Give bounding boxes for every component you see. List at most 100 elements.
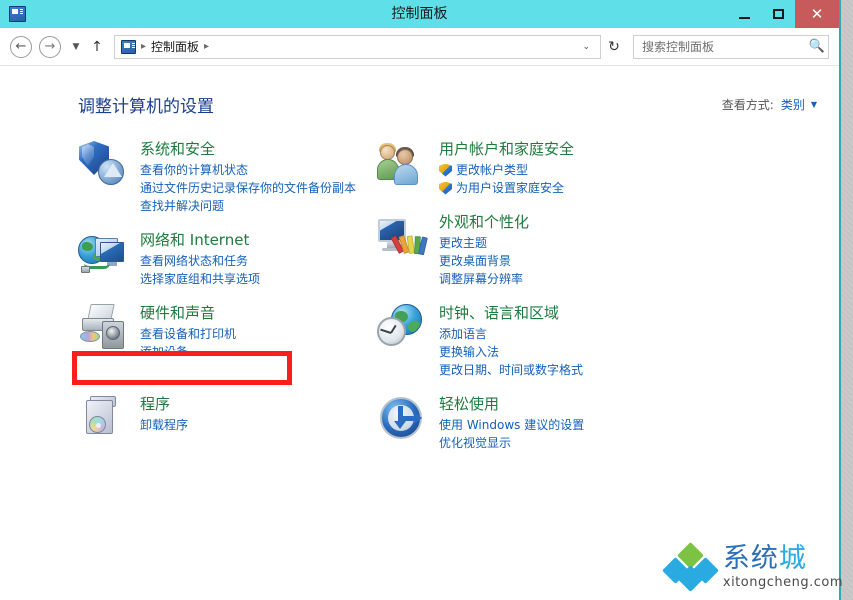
category-title[interactable]: 外观和个性化	[439, 213, 529, 232]
category-appearance-personalization[interactable]: 外观和个性化 更改主题 更改桌面背景 调整屏幕分辨率	[377, 212, 730, 288]
link-label: 更改主题	[439, 236, 488, 250]
minimize-icon	[738, 16, 750, 19]
close-icon: ✕	[810, 4, 824, 23]
category-title[interactable]: 系统和安全	[140, 140, 356, 159]
link-label: 添加语言	[439, 327, 488, 341]
ease-of-access-icon	[377, 394, 425, 442]
view-by-label: 查看方式:	[721, 98, 774, 112]
link-change-account-type[interactable]: 更改帐户类型	[439, 161, 574, 179]
content-header: 调整计算机的设置 查看方式: 类别 ▼	[0, 66, 839, 117]
link-label: 为用户设置家庭安全	[456, 181, 565, 195]
category-user-accounts-family-safety[interactable]: 用户帐户和家庭安全 更改帐户类型 为用户设置家庭安全	[377, 139, 730, 197]
search-input[interactable]: 搜索控制面板	[634, 38, 806, 55]
window-title: 控制面板	[391, 6, 448, 22]
category-title[interactable]: 硬件和声音	[140, 304, 236, 323]
breadcrumb-control-panel-icon	[121, 39, 136, 54]
link-label: 查找并解决问题	[140, 199, 225, 213]
search-box[interactable]: 搜索控制面板 🔍	[633, 34, 829, 59]
category-programs[interactable]: 程序 卸载程序	[78, 394, 365, 442]
link-file-history-backup[interactable]: 通过文件历史记录保存你的文件备份副本	[140, 179, 356, 197]
watermark-logo-icon	[661, 542, 719, 592]
back-button[interactable]: ←	[10, 35, 32, 58]
breadcrumb-separator-icon-2: ▸	[204, 41, 210, 52]
category-ease-of-access[interactable]: 轻松使用 使用 Windows 建议的设置 优化视觉显示	[377, 394, 730, 452]
link-label: 查看你的计算机状态	[140, 163, 249, 177]
link-optimize-visual-display[interactable]: 优化视觉显示	[439, 434, 584, 452]
globe-monitors-icon	[78, 230, 126, 278]
link-label: 更换输入法	[439, 345, 500, 359]
category-title[interactable]: 时钟、语言和区域	[439, 304, 583, 323]
link-change-theme[interactable]: 更改主题	[439, 234, 529, 252]
left-column: 系统和安全 查看你的计算机状态 通过文件历史记录保存你的文件备份副本 查找并解决…	[0, 139, 365, 467]
link-label: 调整常用移动设置	[140, 363, 237, 377]
category-body: 用户帐户和家庭安全 更改帐户类型 为用户设置家庭安全	[425, 139, 574, 197]
watermark: 系统城 xitongcheng.com	[661, 542, 843, 592]
link-network-status[interactable]: 查看网络状态和任务	[140, 252, 260, 270]
link-homegroup-sharing[interactable]: 选择家庭组和共享选项	[140, 270, 260, 288]
category-title[interactable]: 轻松使用	[439, 395, 584, 414]
category-body: 外观和个性化 更改主题 更改桌面背景 调整屏幕分辨率	[425, 212, 529, 288]
category-title[interactable]: 用户帐户和家庭安全	[439, 140, 574, 159]
search-icon[interactable]: 🔍	[806, 39, 828, 54]
link-label: 调整屏幕分辨率	[439, 272, 524, 286]
recent-locations-button[interactable]: ▼	[69, 42, 83, 52]
printer-speaker-icon	[78, 303, 126, 351]
uac-shield-icon	[439, 164, 452, 177]
link-label: 查看网络状态和任务	[140, 254, 249, 268]
link-label: 更改日期、时间或数字格式	[439, 363, 584, 377]
page-title: 调整计算机的设置	[78, 97, 214, 117]
link-windows-suggested-settings[interactable]: 使用 Windows 建议的设置	[439, 416, 584, 434]
close-button[interactable]: ✕	[795, 0, 839, 28]
watermark-cn-main: 系统	[722, 543, 779, 574]
category-body: 轻松使用 使用 Windows 建议的设置 优化视觉显示	[425, 394, 584, 452]
window-controls: ✕	[727, 0, 839, 28]
users-icon	[377, 139, 425, 187]
watermark-text: 系统城 xitongcheng.com	[722, 543, 843, 591]
maximize-button[interactable]	[761, 0, 795, 28]
title-bar: 控制面板 ✕	[0, 0, 839, 28]
link-uninstall-program[interactable]: 卸载程序	[140, 416, 188, 434]
shield-pie-icon	[78, 139, 126, 187]
refresh-button[interactable]: ↻	[601, 39, 627, 55]
breadcrumb-item-control-panel[interactable]: 控制面板	[151, 38, 199, 55]
category-body: 程序 卸载程序	[126, 394, 188, 442]
link-label: 卸载程序	[140, 418, 189, 432]
view-by-control[interactable]: 查看方式: 类别 ▼	[722, 96, 817, 113]
program-box-icon	[78, 394, 126, 442]
link-change-input-method[interactable]: 更换输入法	[439, 343, 583, 361]
link-adjust-screen-resolution[interactable]: 调整屏幕分辨率	[439, 270, 529, 288]
monitor-palette-icon	[377, 212, 428, 260]
breadcrumb-bar[interactable]: ▸ 控制面板 ▸ ⌄	[114, 34, 601, 59]
category-body: 硬件和声音 查看设备和打印机 添加设备 调整常用移动设置	[126, 303, 236, 379]
breadcrumb-separator-icon: ▸	[141, 41, 147, 52]
link-label: 通过文件历史记录保存你的文件备份副本	[140, 181, 357, 195]
link-add-language[interactable]: 添加语言	[439, 325, 583, 343]
right-column: 用户帐户和家庭安全 更改帐户类型 为用户设置家庭安全 外观和个性化 更改主题 更…	[365, 139, 730, 467]
view-by-value[interactable]: 类别	[781, 96, 805, 113]
category-hardware-and-sound[interactable]: 硬件和声音 查看设备和打印机 添加设备 调整常用移动设置	[78, 303, 365, 379]
forward-button[interactable]: →	[39, 35, 61, 58]
link-devices-and-printers[interactable]: 查看设备和打印机	[140, 325, 236, 343]
clock-globe-icon	[377, 303, 425, 351]
link-label: 优化视觉显示	[439, 436, 512, 450]
minimize-button[interactable]	[727, 0, 761, 28]
link-troubleshoot[interactable]: 查找并解决问题	[140, 197, 356, 215]
link-label: 使用 Windows 建议的设置	[439, 418, 585, 432]
link-change-desktop-background[interactable]: 更改桌面背景	[439, 252, 529, 270]
desktop-background: 控制面板 ✕ ← → ▼ ↑ ▸ 控制面板 ▸ ⌄ ↻ 搜索控制面板 🔍 调整计…	[0, 0, 853, 600]
link-change-date-time-format[interactable]: 更改日期、时间或数字格式	[439, 361, 583, 379]
up-button[interactable]: ↑	[89, 39, 105, 55]
link-add-device[interactable]: 添加设备	[140, 343, 236, 361]
category-clock-language-region[interactable]: 时钟、语言和区域 添加语言 更换输入法 更改日期、时间或数字格式	[377, 303, 730, 379]
category-title[interactable]: 程序	[140, 395, 188, 414]
category-body: 时钟、语言和区域 添加语言 更换输入法 更改日期、时间或数字格式	[425, 303, 583, 379]
breadcrumb-chevron-down-icon[interactable]: ⌄	[576, 42, 596, 52]
chevron-down-icon[interactable]: ▼	[811, 100, 817, 109]
link-mobility-settings[interactable]: 调整常用移动设置	[140, 361, 236, 379]
link-setup-family-safety[interactable]: 为用户设置家庭安全	[439, 179, 574, 197]
category-network-and-internet[interactable]: 网络和 Internet 查看网络状态和任务 选择家庭组和共享选项	[78, 230, 365, 288]
category-title[interactable]: 网络和 Internet	[140, 231, 260, 250]
category-system-and-security[interactable]: 系统和安全 查看你的计算机状态 通过文件历史记录保存你的文件备份副本 查找并解决…	[78, 139, 365, 215]
link-view-computer-status[interactable]: 查看你的计算机状态	[140, 161, 356, 179]
watermark-cn-accent: 城	[778, 543, 807, 574]
